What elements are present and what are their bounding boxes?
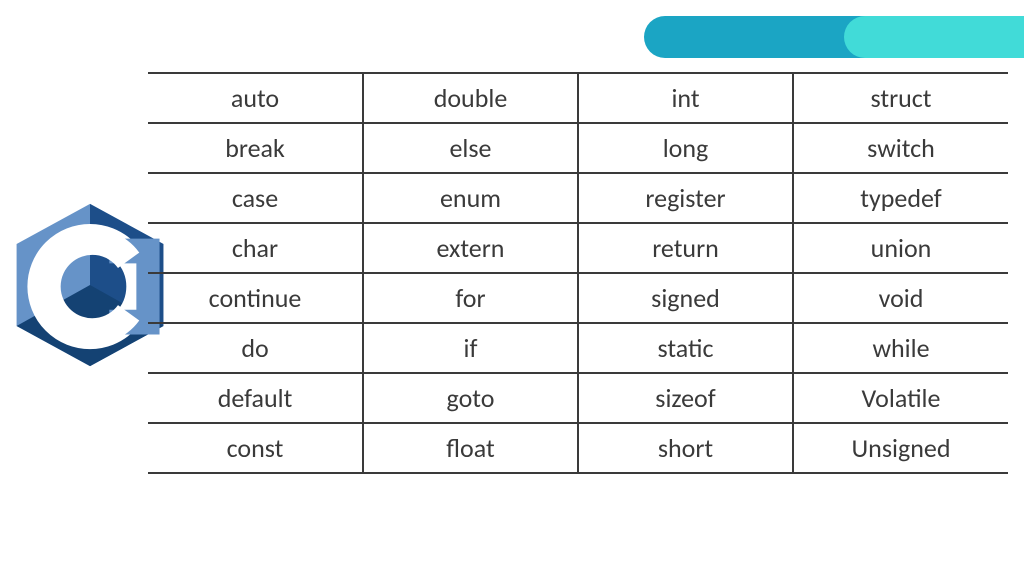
- table-row: const float short Unsigned: [148, 423, 1008, 473]
- table-cell: signed: [578, 273, 793, 323]
- table-row: case enum register typedef: [148, 173, 1008, 223]
- table-cell: union: [793, 223, 1008, 273]
- table-cell: auto: [148, 73, 363, 123]
- table-cell: switch: [793, 123, 1008, 173]
- table-cell: double: [363, 73, 578, 123]
- table-cell: default: [148, 373, 363, 423]
- table-cell: short: [578, 423, 793, 473]
- decorative-pills: [644, 16, 1024, 58]
- table-cell: Unsigned: [793, 423, 1008, 473]
- table-cell: enum: [363, 173, 578, 223]
- table-cell: long: [578, 123, 793, 173]
- table-cell: float: [363, 423, 578, 473]
- table-cell: return: [578, 223, 793, 273]
- table-row: char extern return union: [148, 223, 1008, 273]
- table-cell: else: [363, 123, 578, 173]
- table-cell: while: [793, 323, 1008, 373]
- table-cell: typedef: [793, 173, 1008, 223]
- table-cell: do: [148, 323, 363, 373]
- table-cell: goto: [363, 373, 578, 423]
- table-cell: case: [148, 173, 363, 223]
- keywords-table-container: auto double int struct break else long s…: [148, 72, 1008, 474]
- table-row: default goto sizeof Volatile: [148, 373, 1008, 423]
- table-cell: Volatile: [793, 373, 1008, 423]
- table-cell: if: [363, 323, 578, 373]
- table-cell: int: [578, 73, 793, 123]
- table-row: do if static while: [148, 323, 1008, 373]
- table-cell: static: [578, 323, 793, 373]
- table-cell: continue: [148, 273, 363, 323]
- table-cell: const: [148, 423, 363, 473]
- pill-front: [844, 16, 1024, 58]
- table-cell: break: [148, 123, 363, 173]
- table-cell: for: [363, 273, 578, 323]
- table-cell: extern: [363, 223, 578, 273]
- table-cell: struct: [793, 73, 1008, 123]
- c-language-logo-icon: [10, 200, 170, 370]
- table-cell: sizeof: [578, 373, 793, 423]
- table-cell: void: [793, 273, 1008, 323]
- keywords-table: auto double int struct break else long s…: [148, 72, 1008, 474]
- table-row: continue for signed void: [148, 273, 1008, 323]
- table-row: break else long switch: [148, 123, 1008, 173]
- table-cell: char: [148, 223, 363, 273]
- table-row: auto double int struct: [148, 73, 1008, 123]
- table-cell: register: [578, 173, 793, 223]
